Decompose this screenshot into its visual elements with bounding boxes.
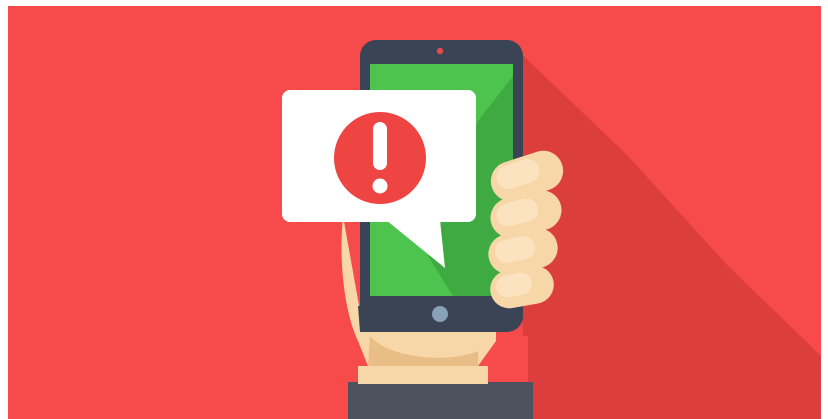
exclamation-icon: [372, 122, 388, 194]
front-camera: [436, 47, 444, 55]
sleeve: [348, 382, 533, 419]
image-frame: [0, 0, 828, 419]
alert-illustration: [8, 6, 821, 419]
